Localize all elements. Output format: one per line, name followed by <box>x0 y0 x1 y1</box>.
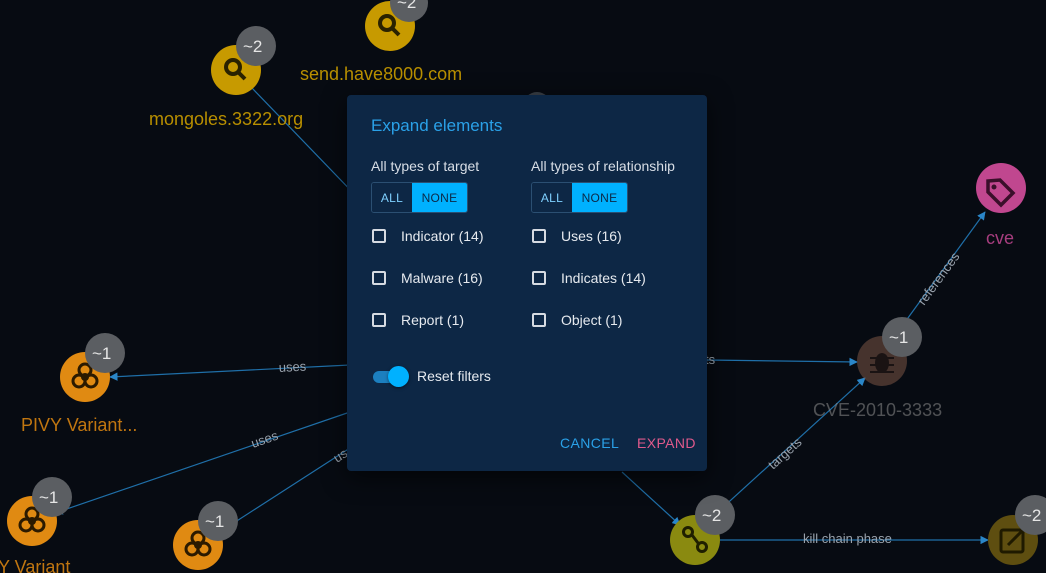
checkbox-indicates[interactable]: Indicates (14) <box>531 257 701 299</box>
node-label: send.have8000.com <box>300 64 462 84</box>
checkbox-icon[interactable] <box>372 271 386 285</box>
relationship-all-button[interactable]: ALL <box>532 183 572 212</box>
checkbox-icon[interactable] <box>532 271 546 285</box>
node-label: mongoles.3322.org <box>149 109 303 129</box>
node-mongoles[interactable]: ~2 mongoles.3322.org <box>149 26 303 129</box>
edge-label-uses-2: uses <box>249 428 280 451</box>
checkbox-label: Indicates (14) <box>561 270 646 286</box>
reset-filters-switch[interactable] <box>371 365 409 387</box>
checkbox-object[interactable]: Object (1) <box>531 299 701 341</box>
switch-thumb[interactable] <box>388 366 409 387</box>
dialog-title: Expand elements <box>371 116 503 135</box>
edge-uses-pivy <box>109 364 351 381</box>
reset-filters-row: Reset filters <box>371 365 491 387</box>
node-kill-chain[interactable]: ~2 <box>670 495 735 565</box>
node-badge-text: ~2 <box>702 506 721 525</box>
target-all-none-toggle: ALL NONE <box>371 182 468 213</box>
relationship-none-button[interactable]: NONE <box>572 183 627 212</box>
checkbox-indicator[interactable]: Indicator (14) <box>371 215 541 257</box>
node-label: cve <box>986 228 1014 248</box>
node-malware-bottom[interactable]: ~1 <box>173 501 238 570</box>
target-none-button[interactable]: NONE <box>412 183 467 212</box>
expand-button[interactable]: EXPAND <box>637 435 696 451</box>
node-pivy-variant[interactable]: ~1 PIVY Variant... <box>21 333 137 435</box>
target-types-column: All types of target ALL NONE Indicator (… <box>371 158 541 341</box>
checkbox-icon[interactable] <box>372 229 386 243</box>
checkbox-icon[interactable] <box>532 313 546 327</box>
node-badge-text: ~1 <box>205 512 224 531</box>
reset-filters-label: Reset filters <box>417 368 491 384</box>
target-all-button[interactable]: ALL <box>372 183 412 212</box>
node-send-have8000[interactable]: ~2 send.have8000.com <box>300 0 462 84</box>
edge-label-references: references <box>914 249 963 308</box>
node-label: PIVY Variant... <box>21 415 137 435</box>
checkbox-label: Indicator (14) <box>401 228 484 244</box>
cancel-button[interactable]: CANCEL <box>560 435 619 451</box>
edge-center-killchain <box>621 471 681 526</box>
node-badge-text: ~1 <box>39 488 58 507</box>
node-label: Y Variant <box>0 557 70 573</box>
checkbox-malware[interactable]: Malware (16) <box>371 257 541 299</box>
relationship-all-none-toggle: ALL NONE <box>531 182 628 213</box>
checkbox-label: Object (1) <box>561 312 623 328</box>
node-cve-2010-3333[interactable]: CVE-2010-3333 <box>813 336 942 420</box>
node-badge-text: ~2 <box>243 37 262 56</box>
node-report[interactable]: ~2 <box>988 495 1046 565</box>
edge-label-targets-2: targets <box>765 434 805 472</box>
checkbox-label: Uses (16) <box>561 228 622 244</box>
edge-label-uses-1: uses <box>278 359 307 375</box>
edge-targets-cve <box>706 357 858 367</box>
node-label: CVE-2010-3333 <box>813 400 942 420</box>
node-y-variant[interactable]: ~1 Y Variant <box>0 477 72 573</box>
node-cve-2010-3333-badge: ~1 <box>882 317 922 357</box>
node-badge-text: ~1 <box>889 328 908 347</box>
node-badge-text: ~2 <box>1022 506 1041 525</box>
checkbox-icon[interactable] <box>372 313 386 327</box>
checkbox-label: Malware (16) <box>401 270 483 286</box>
checkbox-label: Report (1) <box>401 312 465 328</box>
checkbox-report[interactable]: Report (1) <box>371 299 541 341</box>
checkbox-uses[interactable]: Uses (16) <box>531 215 701 257</box>
node-badge-text: ~2 <box>397 0 416 12</box>
edge-mongoles-center <box>251 87 361 201</box>
relationship-types-title: All types of relationship <box>531 158 675 174</box>
relationship-types-column: All types of relationship ALL NONE Uses … <box>531 158 701 341</box>
expand-elements-dialog: Expand elements All types of target ALL … <box>347 95 707 471</box>
checkbox-icon[interactable] <box>532 229 546 243</box>
node-cve[interactable]: cve <box>976 163 1026 248</box>
target-types-title: All types of target <box>371 158 480 174</box>
node-badge-text: ~1 <box>92 344 111 363</box>
edge-label-kill-chain-phase: kill chain phase <box>803 531 892 546</box>
